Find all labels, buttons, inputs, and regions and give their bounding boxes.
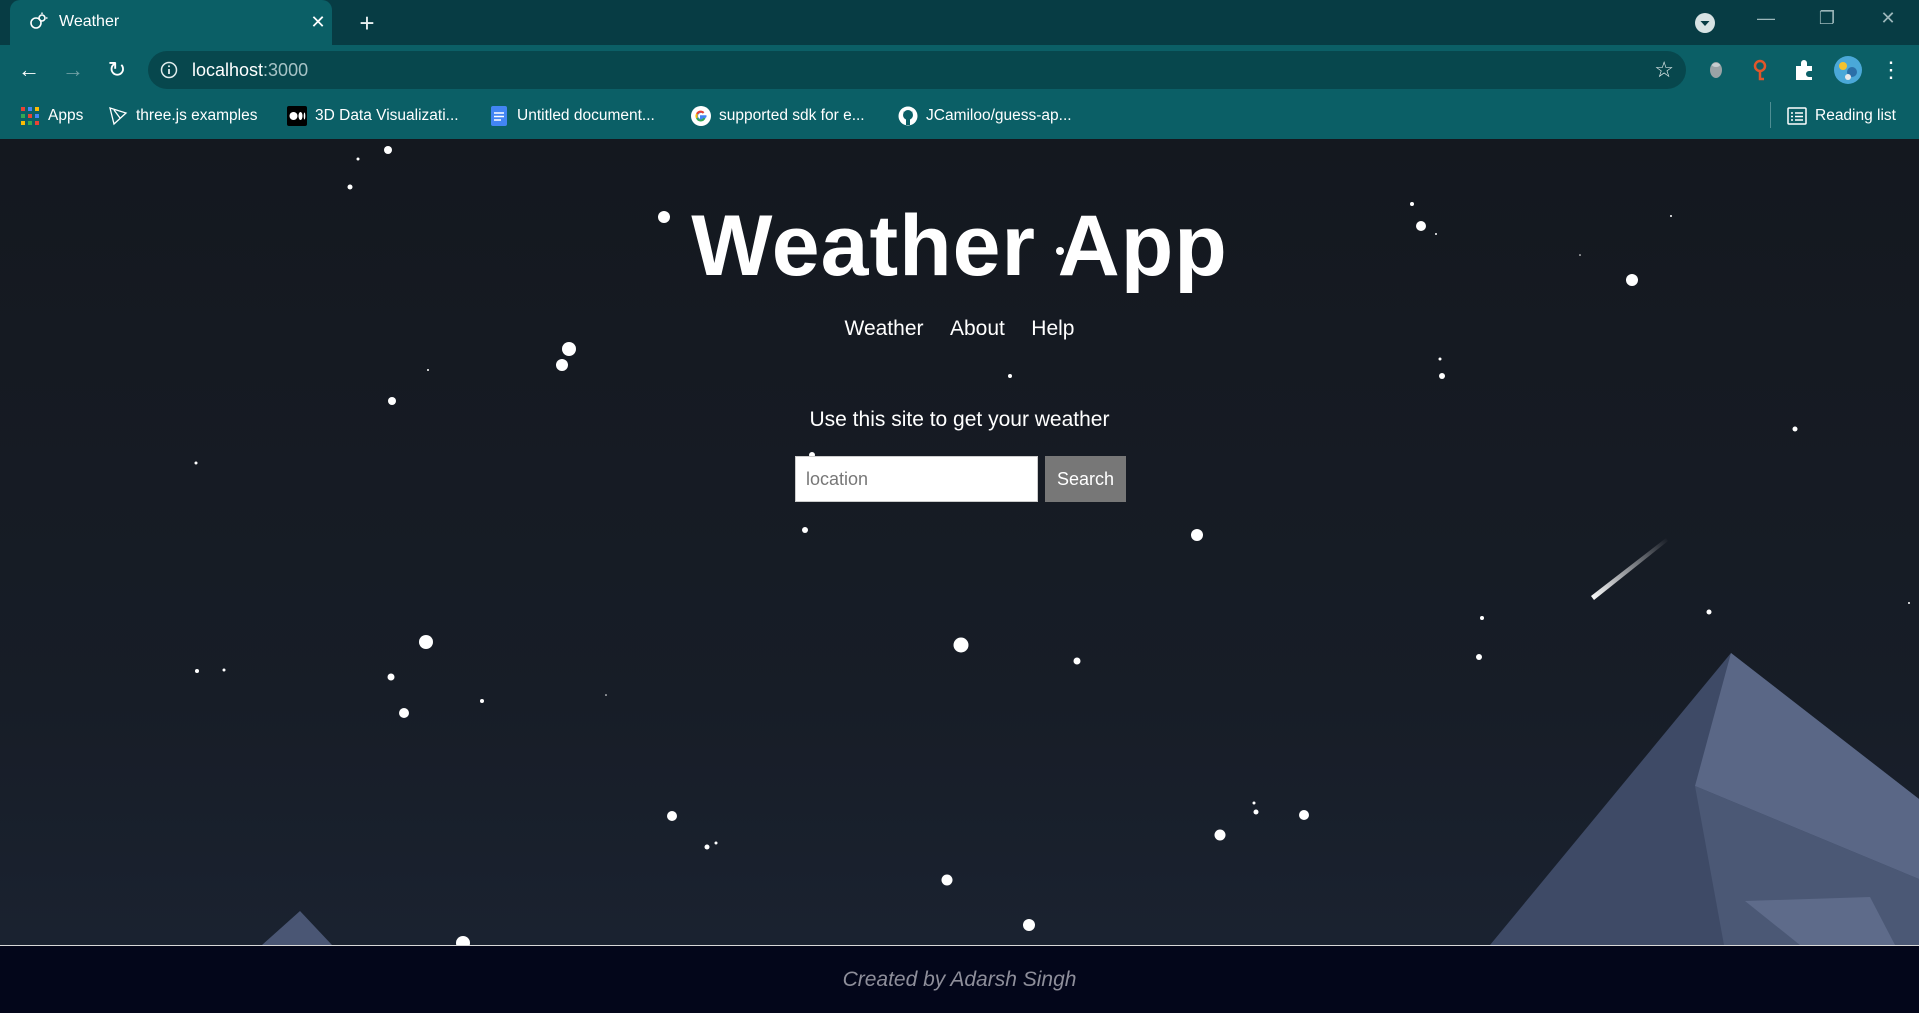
restore-button[interactable]: ❐ [1807, 8, 1847, 29]
info-icon[interactable] [160, 61, 178, 79]
bookmark-threejs[interactable]: three.js examples [108, 106, 257, 128]
docs-icon [491, 106, 507, 126]
bookmarks-bar: Apps three.js examples 3D Data Visualiza… [0, 95, 1919, 139]
bookmark-untitled-document[interactable]: Untitled document... [489, 106, 655, 128]
star-icon[interactable]: ☆ [1654, 57, 1674, 83]
address-bar[interactable]: localhost:3000 ☆ [148, 51, 1686, 89]
page-title: Weather App [691, 198, 1228, 294]
weather-search-form: Search [795, 456, 1126, 502]
google-icon [691, 106, 711, 126]
page-footer: Created by Adarsh Singh [0, 945, 1919, 1013]
browser-menu-icon[interactable]: ⋮ [1876, 55, 1906, 85]
close-window-button[interactable]: ✕ [1868, 8, 1908, 29]
forward-arrow-icon[interactable]: → [58, 55, 88, 85]
nav-about-link[interactable]: About [950, 317, 1005, 340]
tab-title: Weather [59, 13, 120, 30]
shooting-star [1591, 538, 1668, 600]
bookmarks-divider [1770, 102, 1771, 128]
bookmark-apps[interactable]: Apps [20, 106, 83, 128]
extensions-puzzle-icon[interactable] [1791, 57, 1817, 83]
reload-icon[interactable]: ↻ [102, 55, 132, 85]
url-text[interactable]: localhost:3000 [192, 60, 308, 81]
browser-title-bar: Weather ✕ + — ❐ ✕ [0, 0, 1919, 45]
apps-grid-icon [21, 107, 39, 125]
bookmark-supported-sdk[interactable]: supported sdk for e... [691, 106, 865, 128]
browser-tab[interactable]: Weather ✕ [10, 0, 332, 45]
bookmark-3d-data-visualization[interactable]: 3D Data Visualizati... [287, 106, 459, 128]
nav-help-link[interactable]: Help [1031, 317, 1074, 340]
footer-credit: Created by Adarsh Singh [842, 968, 1077, 991]
new-tab-button[interactable]: + [352, 8, 382, 38]
tab-close-icon[interactable]: ✕ [306, 10, 330, 34]
mountain-left [262, 911, 332, 945]
reading-list-icon [1787, 107, 1807, 125]
weather-app-page: Weather App Weather About Help Use this … [0, 139, 1919, 945]
nav-weather-link[interactable]: Weather [845, 317, 924, 340]
extension-key-icon[interactable] [1747, 57, 1773, 83]
threejs-icon [109, 107, 128, 126]
minimize-button[interactable]: — [1746, 8, 1786, 29]
main-nav: Weather About Help [0, 317, 1919, 341]
location-input[interactable] [795, 456, 1038, 502]
search-button[interactable]: Search [1045, 456, 1126, 502]
github-icon [898, 106, 918, 126]
reading-list-button[interactable]: Reading list [1787, 106, 1896, 128]
mountain-right [1490, 653, 1919, 945]
avatar[interactable] [1833, 55, 1863, 85]
page-subtitle: Use this site to get your weather [809, 408, 1110, 431]
browser-toolbar: ← → ↻ localhost:3000 ☆ ⋮ [0, 45, 1919, 95]
tab-search-icon[interactable] [1694, 12, 1716, 34]
extension-cup-icon[interactable] [1703, 57, 1729, 83]
bookmark-github-guess-app[interactable]: JCamiloo/guess-ap... [898, 106, 1072, 128]
weather-favicon-icon [30, 12, 48, 29]
back-arrow-icon[interactable]: ← [14, 55, 44, 85]
medium-icon [287, 106, 307, 126]
